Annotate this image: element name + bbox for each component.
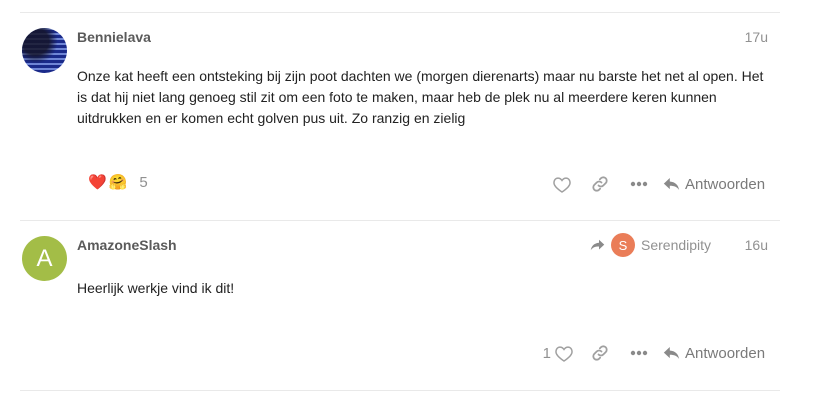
hug-reaction-icon[interactable]: 🤗	[109, 173, 128, 191]
heart-reaction-icon[interactable]: ❤️	[88, 173, 107, 191]
ellipsis-icon	[630, 181, 648, 187]
copy-link-button[interactable]	[581, 338, 619, 368]
ellipsis-icon	[630, 350, 648, 356]
username[interactable]: Bennielava	[77, 29, 151, 45]
reply-label: Antwoorden	[685, 344, 766, 362]
reply-arrow-icon	[663, 177, 680, 191]
post-date[interactable]: 17u	[745, 29, 768, 45]
post-body: Heerlijk werkje vind ik dit!	[77, 280, 235, 296]
link-icon	[591, 175, 609, 193]
more-options-button[interactable]	[619, 169, 659, 199]
post-divider	[20, 390, 780, 391]
post-actions: Antwoorden	[543, 169, 777, 199]
reply-to-avatar: S	[611, 233, 635, 257]
username[interactable]: AmazoneSlash	[77, 237, 177, 253]
avatar[interactable]: A	[22, 236, 67, 281]
like-button[interactable]: 1	[543, 338, 581, 368]
post-date[interactable]: 16u	[745, 237, 768, 253]
reply-to-username: Serendipity	[641, 237, 712, 253]
reactions[interactable]: ❤️ 🤗 5	[88, 173, 148, 192]
copy-link-button[interactable]	[581, 169, 619, 199]
avatar[interactable]	[22, 28, 67, 73]
like-count[interactable]: 1	[543, 345, 551, 362]
post-body: Onze kat heeft een ontsteking bij zijn p…	[77, 68, 764, 126]
reply-to-tab[interactable]: S Serendipity	[590, 233, 711, 257]
reply-arrow-icon	[663, 346, 680, 360]
reaction-count[interactable]: 5	[139, 174, 147, 191]
link-icon	[591, 344, 609, 362]
share-arrow-icon	[590, 239, 605, 251]
topic-post-stream: Bennielava 17u Onze kat heeft een ontste…	[0, 0, 825, 400]
reply-button[interactable]: Antwoorden	[659, 169, 777, 199]
like-button[interactable]	[543, 169, 581, 199]
heart-outline-icon	[553, 176, 571, 193]
more-options-button[interactable]	[619, 338, 659, 368]
heart-outline-icon	[555, 345, 581, 362]
reply-label: Antwoorden	[685, 175, 766, 193]
post-actions: 1 Antwoorden	[543, 338, 777, 368]
reply-button[interactable]: Antwoorden	[659, 338, 777, 368]
post-bennielava: Bennielava 17u Onze kat heeft een ontste…	[0, 13, 825, 219]
post-amazoneslash: A AmazoneSlash S Serendipity 16u Heerlij…	[0, 221, 825, 391]
